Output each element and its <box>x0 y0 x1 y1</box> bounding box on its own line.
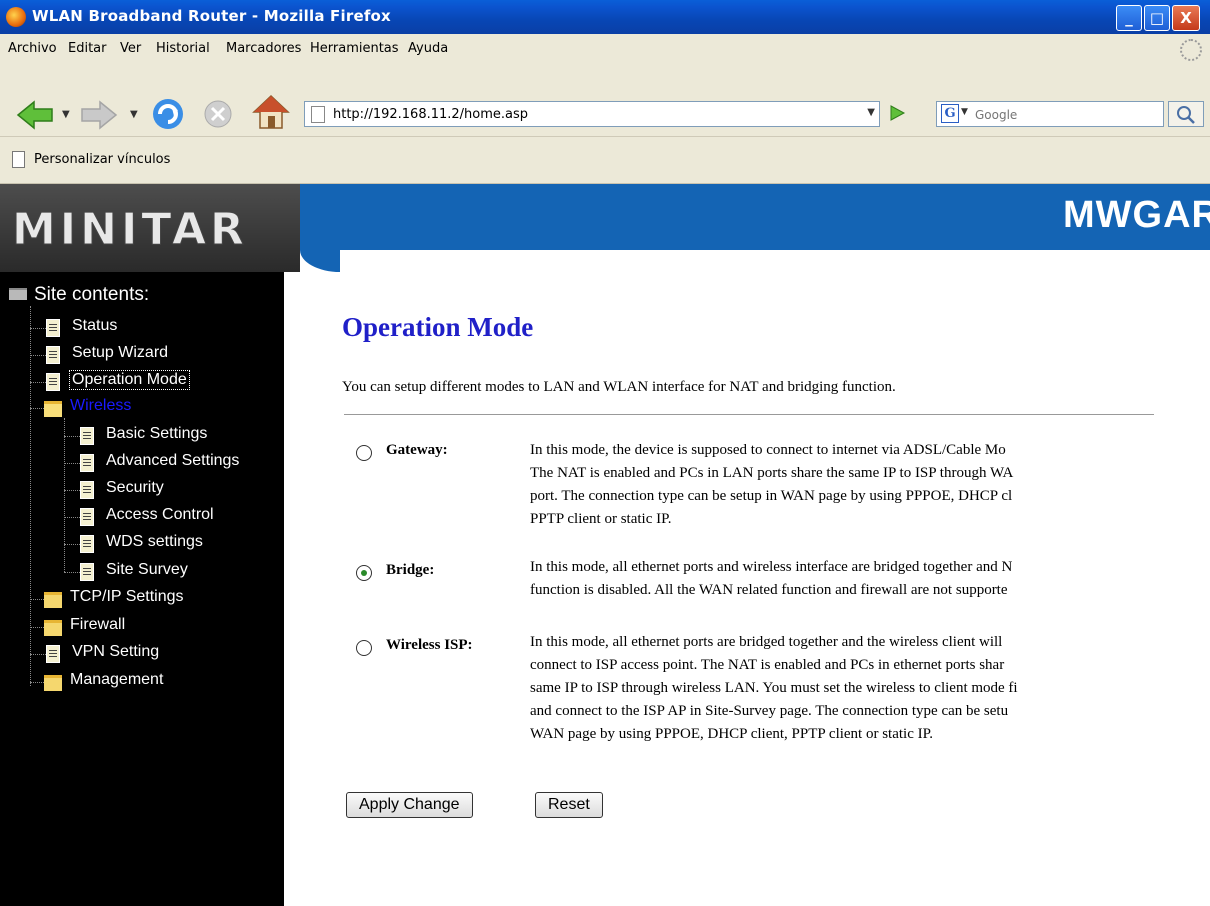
home-icon[interactable] <box>252 94 290 130</box>
sidebar-item-label: TCP/IP Settings <box>70 588 184 605</box>
stop-icon[interactable] <box>202 98 234 130</box>
bridge-description: In this mode, all ethernet ports and wir… <box>530 559 1013 598</box>
menu-archivo[interactable]: Archivo <box>8 41 57 56</box>
sidebar-item-label: Management <box>70 671 164 688</box>
logo-area: MINITAR <box>0 184 300 272</box>
window-title-bar: WLAN Broadband Router - Mozilla Firefox … <box>0 0 1210 34</box>
apply-change-button[interactable]: Apply Change <box>346 792 473 818</box>
gateway-label: Gateway: <box>386 442 448 458</box>
wireless-isp-label: Wireless ISP: <box>386 637 473 653</box>
search-button[interactable] <box>1168 101 1204 127</box>
menu-ayuda[interactable]: Ayuda <box>408 41 448 56</box>
document-icon <box>80 508 94 526</box>
reload-icon[interactable] <box>150 96 186 132</box>
sidebar-item-label: Wireless <box>70 397 132 414</box>
folder-open-icon <box>44 401 62 417</box>
wireless-isp-radio[interactable] <box>356 640 372 656</box>
document-icon <box>80 481 94 499</box>
back-dropdown-icon[interactable]: ▼ <box>62 109 70 120</box>
throbber-icon <box>1180 39 1202 61</box>
wireless-isp-description: In this mode, all ethernet ports are bri… <box>530 634 1018 742</box>
sidebar-item-label: VPN Setting <box>72 643 160 660</box>
tree-root-icon <box>9 288 27 300</box>
sidebar-item-label: Setup Wizard <box>72 344 169 361</box>
minitar-logo: MINITAR <box>12 204 248 256</box>
folder-icon <box>44 620 62 636</box>
sidebar-heading: Site contents: <box>34 284 150 305</box>
document-icon <box>80 427 94 445</box>
banner: MWGAR <box>300 184 1210 250</box>
gateway-radio[interactable] <box>356 445 372 461</box>
reset-button[interactable]: Reset <box>535 792 603 818</box>
firefox-icon <box>6 7 26 27</box>
maximize-button[interactable]: □ <box>1144 5 1170 31</box>
minimize-icon: _ <box>1125 9 1133 27</box>
document-icon <box>80 535 94 553</box>
search-input[interactable] <box>973 105 1157 125</box>
bridge-radio[interactable] <box>356 565 372 581</box>
sidebar-item-label: Firewall <box>70 616 126 633</box>
folder-icon <box>44 592 62 608</box>
maximize-icon: □ <box>1149 9 1165 27</box>
product-brand: MWGAR <box>1063 194 1210 236</box>
forward-dropdown-icon[interactable]: ▼ <box>130 109 138 120</box>
banner-curve <box>300 250 1210 272</box>
document-icon <box>46 319 60 337</box>
document-icon <box>46 346 60 364</box>
menu-marcadores[interactable]: Marcadores <box>226 41 301 56</box>
bookmarks-toolbar: Personalizar vínculos <box>0 137 1210 184</box>
intro-text: You can setup different modes to LAN and… <box>342 379 896 395</box>
document-icon <box>80 454 94 472</box>
close-icon: X <box>1180 9 1192 27</box>
window-title: WLAN Broadband Router - Mozilla Firefox <box>32 7 391 25</box>
sidebar-item-label: Status <box>72 317 118 334</box>
gateway-description: In this mode, the device is supposed to … <box>530 442 1014 527</box>
menu-herramientas[interactable]: Herramientas <box>310 41 399 56</box>
sidebar-item-label: Site Survey <box>106 561 188 578</box>
sidebar: Site contents: Status Setup Wizard Opera… <box>0 272 284 906</box>
folder-icon <box>44 675 62 691</box>
minimize-button[interactable]: _ <box>1116 5 1142 31</box>
menu-editar[interactable]: Editar <box>68 41 107 56</box>
bridge-label: Bridge: <box>386 562 435 578</box>
close-button[interactable]: X <box>1172 5 1200 31</box>
navigation-toolbar: ▼ ▼ ▼ G ▼ <box>0 64 1210 137</box>
forward-arrow-icon[interactable] <box>80 100 118 130</box>
page-title: Operation Mode <box>342 312 534 342</box>
address-bar[interactable]: ▼ <box>304 101 880 127</box>
document-icon <box>80 563 94 581</box>
google-engine-icon[interactable]: G <box>941 104 959 123</box>
menu-historial[interactable]: Historial <box>156 41 210 56</box>
sidebar-item-label: WDS settings <box>106 533 203 550</box>
bookmark-page-icon <box>12 151 25 168</box>
main-content: Operation Mode You can setup different m… <box>300 272 1210 906</box>
divider <box>344 414 1154 415</box>
bookmark-personalizar[interactable]: Personalizar vínculos <box>34 152 170 167</box>
sidebar-item-label: Basic Settings <box>106 425 208 442</box>
url-dropdown-icon[interactable]: ▼ <box>867 107 875 118</box>
document-icon <box>46 373 60 391</box>
magnifier-icon <box>1177 106 1195 124</box>
sidebar-item-label: Security <box>106 479 164 496</box>
go-icon[interactable] <box>888 104 906 122</box>
sidebar-item-label: Access Control <box>106 506 214 523</box>
url-input[interactable] <box>331 104 855 124</box>
document-icon <box>46 645 60 663</box>
sidebar-item-label: Advanced Settings <box>106 452 240 469</box>
engine-dropdown-icon[interactable]: ▼ <box>961 107 968 117</box>
menu-bar: Archivo Editar Ver Historial Marcadores … <box>0 34 1210 65</box>
back-arrow-icon[interactable] <box>16 100 54 130</box>
sidebar-item-label: Operation Mode <box>69 370 190 390</box>
search-box[interactable]: G ▼ <box>936 101 1164 127</box>
page-icon <box>311 106 325 123</box>
menu-ver[interactable]: Ver <box>120 41 141 56</box>
